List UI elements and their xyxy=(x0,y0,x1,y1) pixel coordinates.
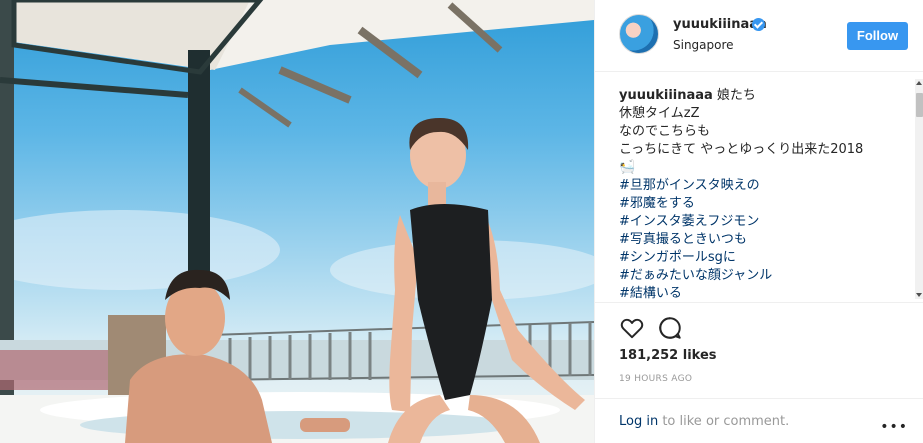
likes-count[interactable]: 181,252 likes xyxy=(619,348,717,363)
comment-icon[interactable] xyxy=(657,315,683,341)
hashtag-link[interactable]: #写真撮るときいつも xyxy=(619,231,909,249)
caption-author-link[interactable]: yuuukiiinaaa xyxy=(619,88,713,103)
caption-text: 娘たち xyxy=(716,88,756,103)
scroll-down-arrow-icon[interactable] xyxy=(916,293,922,297)
photo-illustration xyxy=(0,0,594,443)
heart-icon[interactable] xyxy=(619,315,645,341)
hashtag-link[interactable]: #インスタ萎えフジモン xyxy=(619,213,909,231)
caption-line: 🛀 xyxy=(619,160,636,175)
comment-bar: Log in to like or comment. ••• xyxy=(595,398,923,443)
location-link[interactable]: Singapore xyxy=(673,38,734,52)
hashtag-link[interactable]: #旦那がインスタ映えの xyxy=(619,177,909,195)
caption-line: なのでこちらも xyxy=(619,124,711,139)
caption-scrollbar[interactable] xyxy=(915,79,923,299)
caption-line: 休憩タイムzZ xyxy=(619,106,700,121)
caption-first-line: yuuukiiinaaa 娘たち xyxy=(619,87,909,105)
more-options-icon[interactable]: ••• xyxy=(880,419,908,435)
post-sidebar: yuuukiiinaaa Singapore Follow yuuukiiina… xyxy=(594,0,923,443)
hashtag-link[interactable]: #シンガポールsgに xyxy=(619,249,909,267)
hashtag-link[interactable]: #結構いる xyxy=(619,285,909,302)
hashtag-link[interactable]: #邪魔をする xyxy=(619,195,909,213)
post-photo[interactable] xyxy=(0,0,594,443)
scroll-up-arrow-icon[interactable] xyxy=(916,81,922,85)
scrollbar-thumb[interactable] xyxy=(916,93,923,117)
caption-line: こっちにきて やっとゆっくり出来た2018 xyxy=(619,142,864,157)
caption-scroll-area[interactable]: yuuukiiinaaa 娘たち 休憩タイムzZ なのでこちらも こっちにきて や… xyxy=(595,73,923,303)
login-prompt-text: to like or comment. xyxy=(658,414,790,429)
post-timestamp[interactable]: 19 HOURS AGO xyxy=(619,374,692,384)
login-prompt: Log in to like or comment. xyxy=(619,414,789,429)
avatar[interactable] xyxy=(619,14,659,54)
login-link[interactable]: Log in xyxy=(619,414,658,429)
hashtag-link[interactable]: #だぁみたいな顔ジャンル xyxy=(619,267,909,285)
verified-badge-icon xyxy=(752,18,765,31)
follow-button[interactable]: Follow xyxy=(847,22,908,50)
post-header: yuuukiiinaaa Singapore Follow xyxy=(595,0,923,72)
caption: yuuukiiinaaa 娘たち 休憩タイムzZ なのでこちらも こっちにきて や… xyxy=(619,87,909,302)
